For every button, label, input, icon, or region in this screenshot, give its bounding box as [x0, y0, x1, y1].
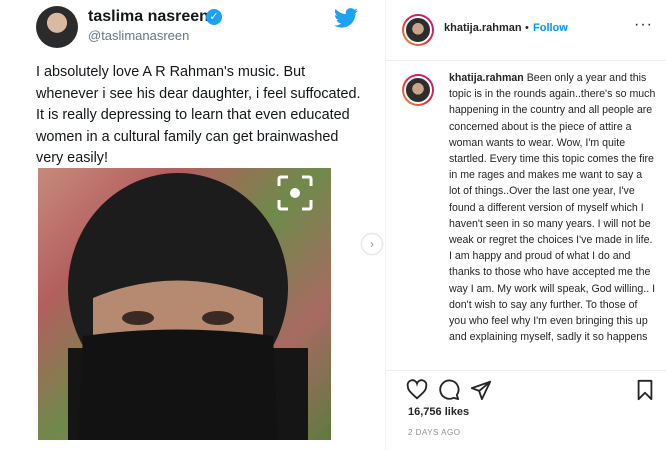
- tweet-text: I absolutely love A R Rahman's music. Bu…: [36, 64, 361, 167]
- caption: khatija.rahman Been only a year and this…: [449, 70, 656, 345]
- bookmark-icon[interactable]: [634, 379, 656, 401]
- tweet-author-handle: @taslimanasreen: [88, 28, 190, 43]
- likes-count[interactable]: 16,756 likes: [408, 406, 469, 418]
- header-avatar[interactable]: [402, 14, 434, 46]
- tweet-author-name: taslima nasreen: [88, 8, 209, 25]
- follow-button[interactable]: Follow: [533, 22, 568, 34]
- caption-username[interactable]: khatija.rahman: [449, 72, 524, 84]
- post-header: khatija.rahman • Follow ···: [386, 0, 666, 61]
- heart-icon[interactable]: [406, 379, 428, 401]
- caption-area: khatija.rahman Been only a year and this…: [386, 60, 666, 365]
- scan-icon: [277, 175, 313, 211]
- post-side-panel: khatija.rahman • Follow ··· khatija.rahm…: [385, 0, 666, 450]
- comment-icon[interactable]: [438, 379, 460, 401]
- post-media: taslima nasreen ✓ @taslimanasreen I abso…: [0, 0, 385, 450]
- share-icon[interactable]: [470, 379, 492, 401]
- more-options-icon[interactable]: ···: [634, 16, 653, 34]
- action-bar: [386, 370, 666, 409]
- next-arrow-icon[interactable]: ›: [362, 234, 382, 254]
- caption-avatar[interactable]: [402, 74, 434, 106]
- caption-text: Been only a year and this topic is in th…: [449, 72, 656, 344]
- twitter-bird-icon: [334, 8, 358, 28]
- tweet-card: taslima nasreen ✓ @taslimanasreen I abso…: [20, 0, 368, 450]
- verified-badge-icon: ✓: [206, 9, 222, 25]
- tweet-photo: [38, 168, 331, 440]
- header-separator: •: [525, 22, 529, 34]
- header-username[interactable]: khatija.rahman: [444, 22, 522, 34]
- post-date[interactable]: 2 DAYS AGO: [408, 428, 460, 437]
- tweet-avatar: [36, 6, 78, 48]
